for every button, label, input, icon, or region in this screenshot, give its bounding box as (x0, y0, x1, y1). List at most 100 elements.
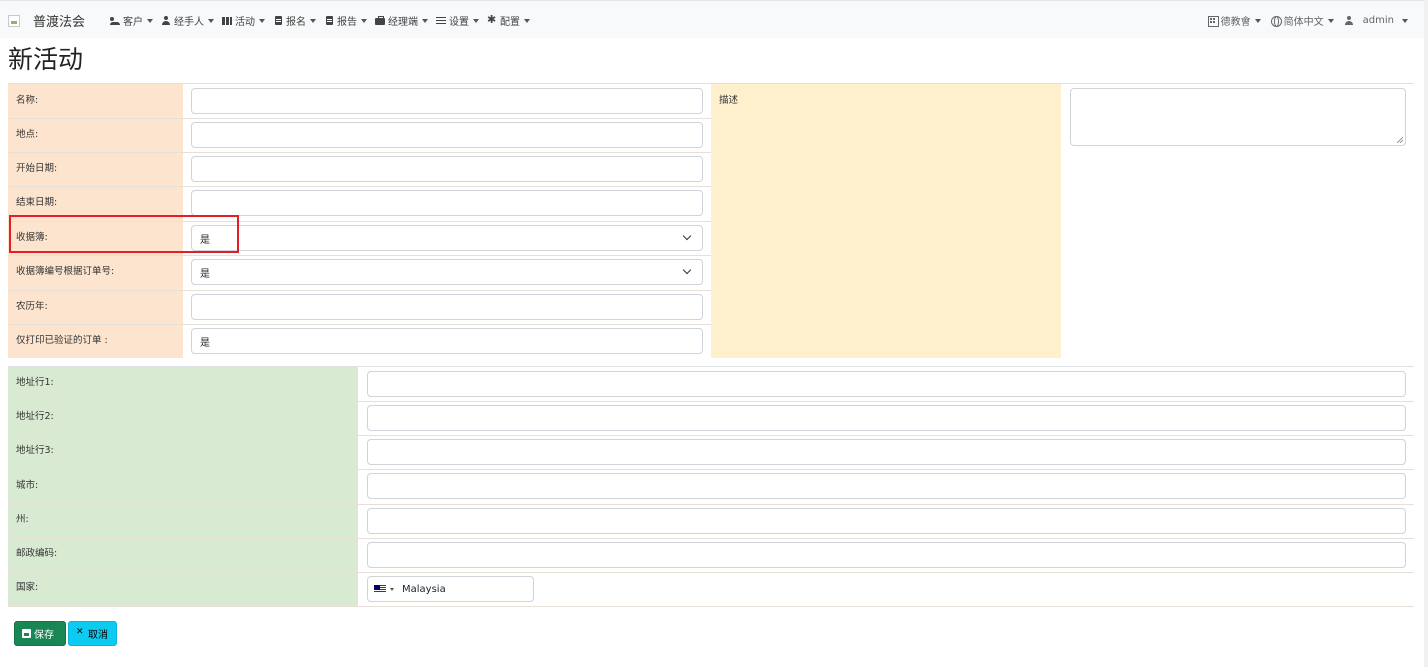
gear-icon (487, 14, 498, 26)
save-button[interactable]: 保存 (14, 621, 66, 646)
nav-item-manager[interactable]: 经理端 (375, 13, 428, 28)
chevron-down-icon (682, 231, 692, 241)
map-icon (222, 16, 233, 26)
nav-item-handlers[interactable]: 经手人 (161, 13, 214, 28)
chevron-down-icon (682, 265, 692, 275)
nav-label: 客户 (123, 17, 143, 28)
row-divider (8, 606, 1414, 607)
country-value: Malaysia (402, 583, 446, 595)
row-divider (8, 435, 1414, 436)
nav-label: 报告 (337, 17, 357, 28)
address-line1-input[interactable] (367, 371, 1406, 397)
floppy-disk-icon (22, 629, 31, 638)
address-label-column (8, 367, 358, 607)
row-divider (8, 290, 711, 291)
location-input[interactable] (191, 122, 703, 148)
row-divider (8, 186, 711, 187)
brand[interactable]: 普渡法会 (8, 11, 85, 30)
cancel-button[interactable]: 取消 (68, 621, 117, 646)
nav-label: 活动 (235, 17, 255, 28)
user-icon (161, 15, 172, 26)
caret-down-icon (1327, 18, 1334, 23)
start-date-label: 开始日期: (16, 163, 58, 174)
lunar-year-input[interactable] (191, 294, 703, 320)
nav-label: 设置 (449, 17, 469, 28)
globe-icon (1270, 15, 1282, 27)
lunar-year-label: 农历年: (16, 301, 48, 312)
country-select[interactable]: Malaysia (367, 576, 534, 602)
postcode-label: 邮政编码: (16, 548, 58, 559)
row-divider (8, 504, 1414, 505)
person-icon (1344, 15, 1355, 26)
print-verified-label: 仅打印已验证的订单 : (16, 335, 108, 346)
address-line2-input[interactable] (367, 405, 1406, 431)
save-label: 保存 (34, 630, 54, 641)
nav-right: 德教會 简体中文 admin (1198, 13, 1408, 28)
row-divider (8, 572, 1414, 573)
row-divider (8, 324, 711, 325)
print-verified-input[interactable]: 是 (191, 328, 703, 354)
receipt-book-select[interactable]: 是 (191, 225, 703, 251)
receipt-numbering-select[interactable]: 是 (191, 259, 703, 285)
user-menu[interactable]: admin (1344, 15, 1408, 26)
caret-down-icon (147, 18, 153, 23)
address-line3-label: 地址行3: (16, 445, 54, 456)
caret-down-icon (259, 18, 265, 23)
row-divider (8, 469, 1414, 470)
nav-label: 配置 (500, 17, 520, 28)
state-input[interactable] (367, 508, 1406, 534)
nav-item-settings[interactable]: 设置 (436, 13, 479, 28)
caret-down-icon (1254, 18, 1261, 23)
close-icon (76, 627, 85, 638)
document-icon (273, 15, 284, 26)
end-date-input[interactable] (191, 190, 703, 216)
description-label: 描述 (719, 95, 739, 106)
row-divider (8, 255, 711, 256)
name-label: 名称: (16, 95, 39, 106)
caret-down-icon (208, 18, 214, 23)
nav-item-events[interactable]: 活动 (222, 13, 265, 28)
description-label-column (711, 84, 1061, 358)
name-input[interactable] (191, 88, 703, 114)
city-input[interactable] (367, 473, 1406, 499)
caret-down-icon (310, 18, 316, 23)
briefcase-icon (375, 15, 386, 26)
page-scrollbar[interactable] (1424, 0, 1428, 667)
highlight-annotation (9, 215, 239, 253)
language-switcher[interactable]: 简体中文 (1270, 13, 1334, 28)
nav-item-registration[interactable]: 报名 (273, 13, 316, 28)
address-line1-label: 地址行1: (16, 377, 54, 388)
nav-item-reports[interactable]: 报告 (324, 13, 367, 28)
row-divider (8, 152, 711, 153)
nav-item-customers[interactable]: 客户 (110, 13, 153, 28)
org-label: 德教會 (1220, 17, 1251, 28)
nav-item-config[interactable]: 配置 (487, 13, 530, 28)
language-label: 简体中文 (1283, 17, 1324, 28)
caret-down-icon (422, 18, 428, 23)
row-divider (8, 401, 1414, 402)
main-menu: 客户 经手人 活动 报名 报告 经理端 设置 配置 (110, 13, 538, 28)
description-textarea[interactable] (1070, 88, 1406, 146)
users-icon (110, 16, 121, 26)
row-divider (8, 118, 711, 119)
caret-down-icon (390, 587, 394, 591)
top-navbar: 普渡法会 客户 经手人 活动 报名 报告 经理端 设置 配置 德教會 简体中文 … (0, 0, 1428, 38)
postcode-input[interactable] (367, 542, 1406, 568)
location-label: 地点: (16, 129, 39, 140)
nav-label: 报名 (286, 17, 306, 28)
org-switcher[interactable]: 德教會 (1207, 13, 1261, 28)
start-date-input[interactable] (191, 156, 703, 182)
address-line2-label: 地址行2: (16, 411, 54, 422)
address-line3-input[interactable] (367, 439, 1406, 465)
caret-down-icon (524, 18, 530, 23)
logo-image (8, 14, 20, 27)
building-icon (1207, 15, 1219, 27)
malaysia-flag-icon (374, 585, 386, 593)
receipt-numbering-label: 收据簿编号根据订单号: (16, 266, 115, 277)
user-label: admin (1362, 15, 1394, 26)
caret-down-icon (1402, 18, 1408, 23)
cancel-label: 取消 (88, 630, 108, 641)
city-label: 城市: (16, 480, 39, 491)
row-divider (8, 538, 1414, 539)
resize-grip-icon[interactable] (1397, 137, 1403, 143)
